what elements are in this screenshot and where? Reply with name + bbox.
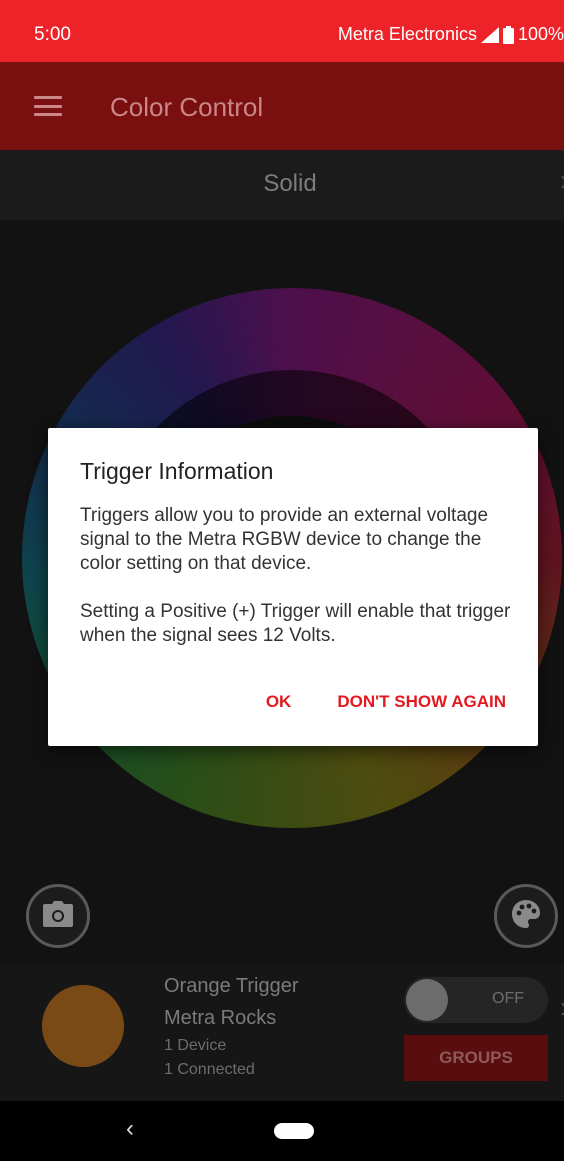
chevron-right-icon[interactable]: › [560, 991, 564, 1025]
dont-show-again-button[interactable]: DON'T SHOW AGAIN [337, 692, 506, 712]
groups-button[interactable]: GROUPS [404, 1035, 548, 1081]
trigger-panel: Orange Trigger Metra Rocks 1 Device 1 Co… [0, 965, 564, 1101]
back-icon[interactable]: ‹ [126, 1115, 134, 1143]
battery-level: 100% [517, 24, 564, 44]
ok-button[interactable]: OK [266, 692, 292, 712]
camera-button[interactable] [26, 884, 90, 948]
dialog-paragraph-1: Triggers allow you to provide an externa… [80, 505, 489, 574]
status-bar: 5:00 Metra Electronics 100% [0, 0, 564, 62]
power-toggle[interactable]: OFF [404, 977, 548, 1023]
app-bar: Color Control [0, 62, 564, 150]
toggle-knob [406, 979, 448, 1021]
palette-button[interactable] [494, 884, 558, 948]
menu-icon[interactable] [34, 96, 62, 116]
trigger-name: Orange Trigger [164, 975, 299, 997]
connected-count: 1 Connected [164, 1061, 255, 1078]
app-title: Color Control [110, 92, 264, 122]
carrier-name: Metra Electronics [337, 24, 477, 44]
dialog-paragraph-2: Setting a Positive (+) Trigger will enab… [80, 601, 511, 646]
home-pill-icon[interactable] [274, 1123, 314, 1139]
palette-icon [510, 898, 542, 935]
group-name: Metra Rocks [164, 1007, 277, 1029]
toggle-label: OFF [492, 990, 524, 1007]
device-count: 1 Device [164, 1037, 227, 1054]
mode-selector: Solid › [0, 150, 564, 220]
dialog-body: Triggers allow you to provide an externa… [80, 504, 520, 648]
mode-label: Solid [263, 170, 317, 197]
signal-icon [480, 26, 499, 43]
chevron-right-icon[interactable]: › [560, 164, 564, 198]
trigger-info-dialog: Trigger Information Triggers allow you t… [48, 428, 538, 746]
camera-icon [43, 900, 73, 932]
dialog-actions: OK DON'T SHOW AGAIN [266, 692, 506, 712]
trigger-color-swatch[interactable] [42, 985, 124, 1067]
dialog-title: Trigger Information [80, 458, 274, 484]
battery-icon [502, 25, 514, 44]
system-nav-bar: ‹ [0, 1101, 564, 1161]
status-time: 5:00 [34, 24, 71, 45]
status-right: Metra Electronics 100% [338, 24, 564, 45]
